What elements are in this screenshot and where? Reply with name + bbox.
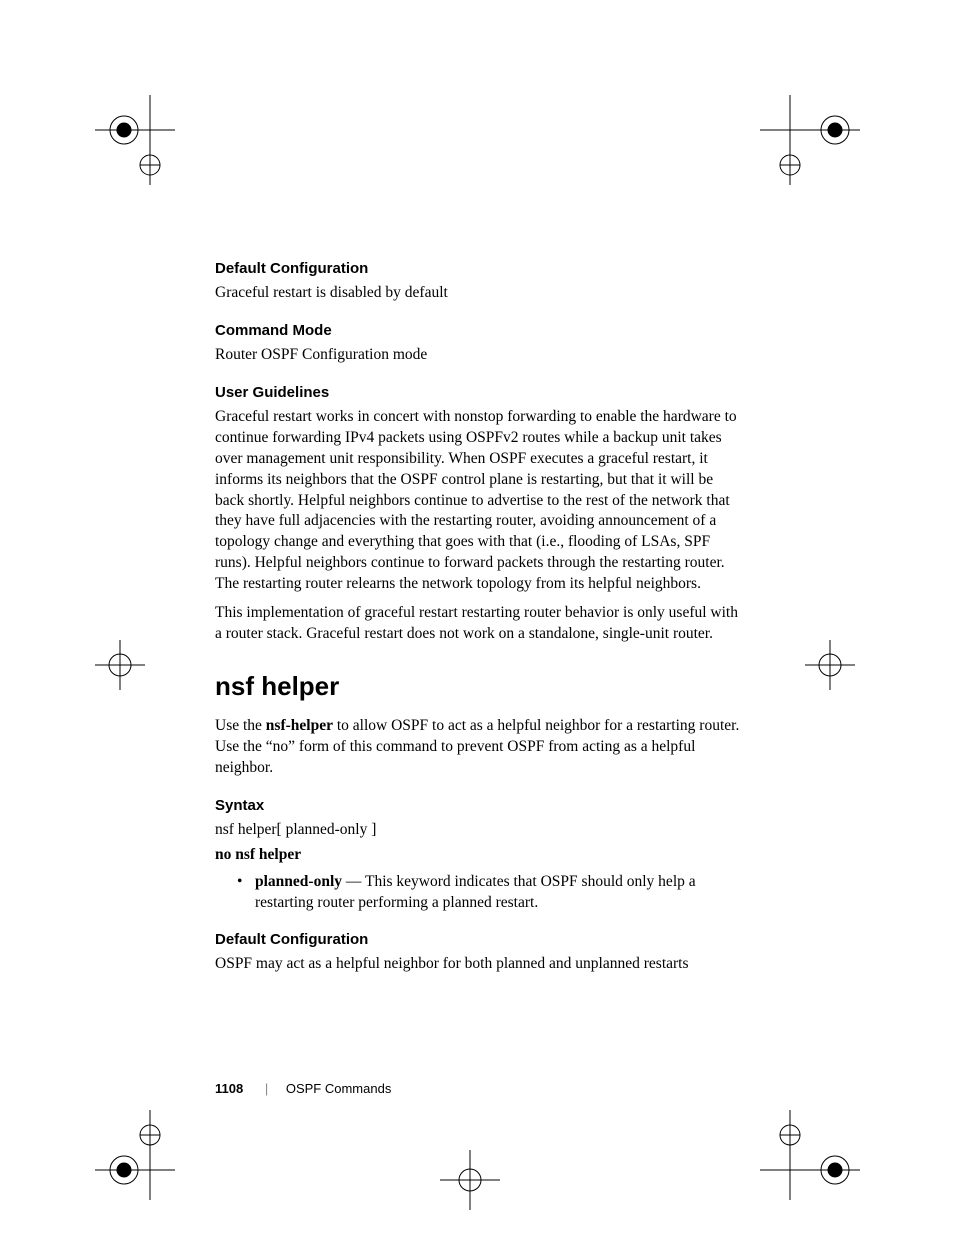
syntax-bullet-item: planned-only — This keyword indicates th… [237, 872, 745, 914]
text-nsf-helper-intro: Use the nsf-helper to allow OSPF to act … [215, 716, 745, 779]
registration-mark-icon [95, 95, 175, 185]
text-syntax-line2: no nsf helper [215, 845, 745, 866]
text-default-config-1: Graceful restart is disabled by default [215, 283, 745, 304]
registration-mark-icon [95, 1110, 175, 1200]
heading-command-mode: Command Mode [215, 322, 745, 339]
text-default-config-2: OSPF may act as a helpful neighbor for b… [215, 954, 745, 975]
heading-default-configuration-1: Default Configuration [215, 260, 745, 277]
registration-mark-icon [440, 1150, 500, 1210]
nsf-intro-bold: nsf-helper [266, 717, 333, 734]
nsf-intro-pre: Use the [215, 717, 266, 734]
heading-nsf-helper: nsf helper [215, 671, 745, 702]
registration-mark-icon [760, 1110, 860, 1200]
registration-mark-icon [95, 640, 145, 690]
page-number: 1108 [215, 1081, 243, 1096]
page-content: Default Configuration Graceful restart i… [215, 260, 745, 993]
footer-title: OSPF Commands [286, 1081, 391, 1096]
text-syntax-line1: nsf helper[ planned-only ] [215, 820, 745, 841]
text-user-guidelines-p2: This implementation of graceful restart … [215, 603, 745, 645]
heading-default-configuration-2: Default Configuration [215, 931, 745, 948]
text-user-guidelines-p1: Graceful restart works in concert with n… [215, 407, 745, 595]
syntax-bullet-list: planned-only — This keyword indicates th… [237, 872, 745, 914]
syntax-bullet-bold: planned-only [255, 873, 342, 890]
text-command-mode: Router OSPF Configuration mode [215, 345, 745, 366]
registration-mark-icon [760, 95, 860, 185]
heading-user-guidelines: User Guidelines [215, 384, 745, 401]
page-footer: 1108 | OSPF Commands [215, 1081, 391, 1096]
heading-syntax: Syntax [215, 797, 745, 814]
registration-mark-icon [805, 640, 855, 690]
footer-separator: | [265, 1081, 268, 1096]
